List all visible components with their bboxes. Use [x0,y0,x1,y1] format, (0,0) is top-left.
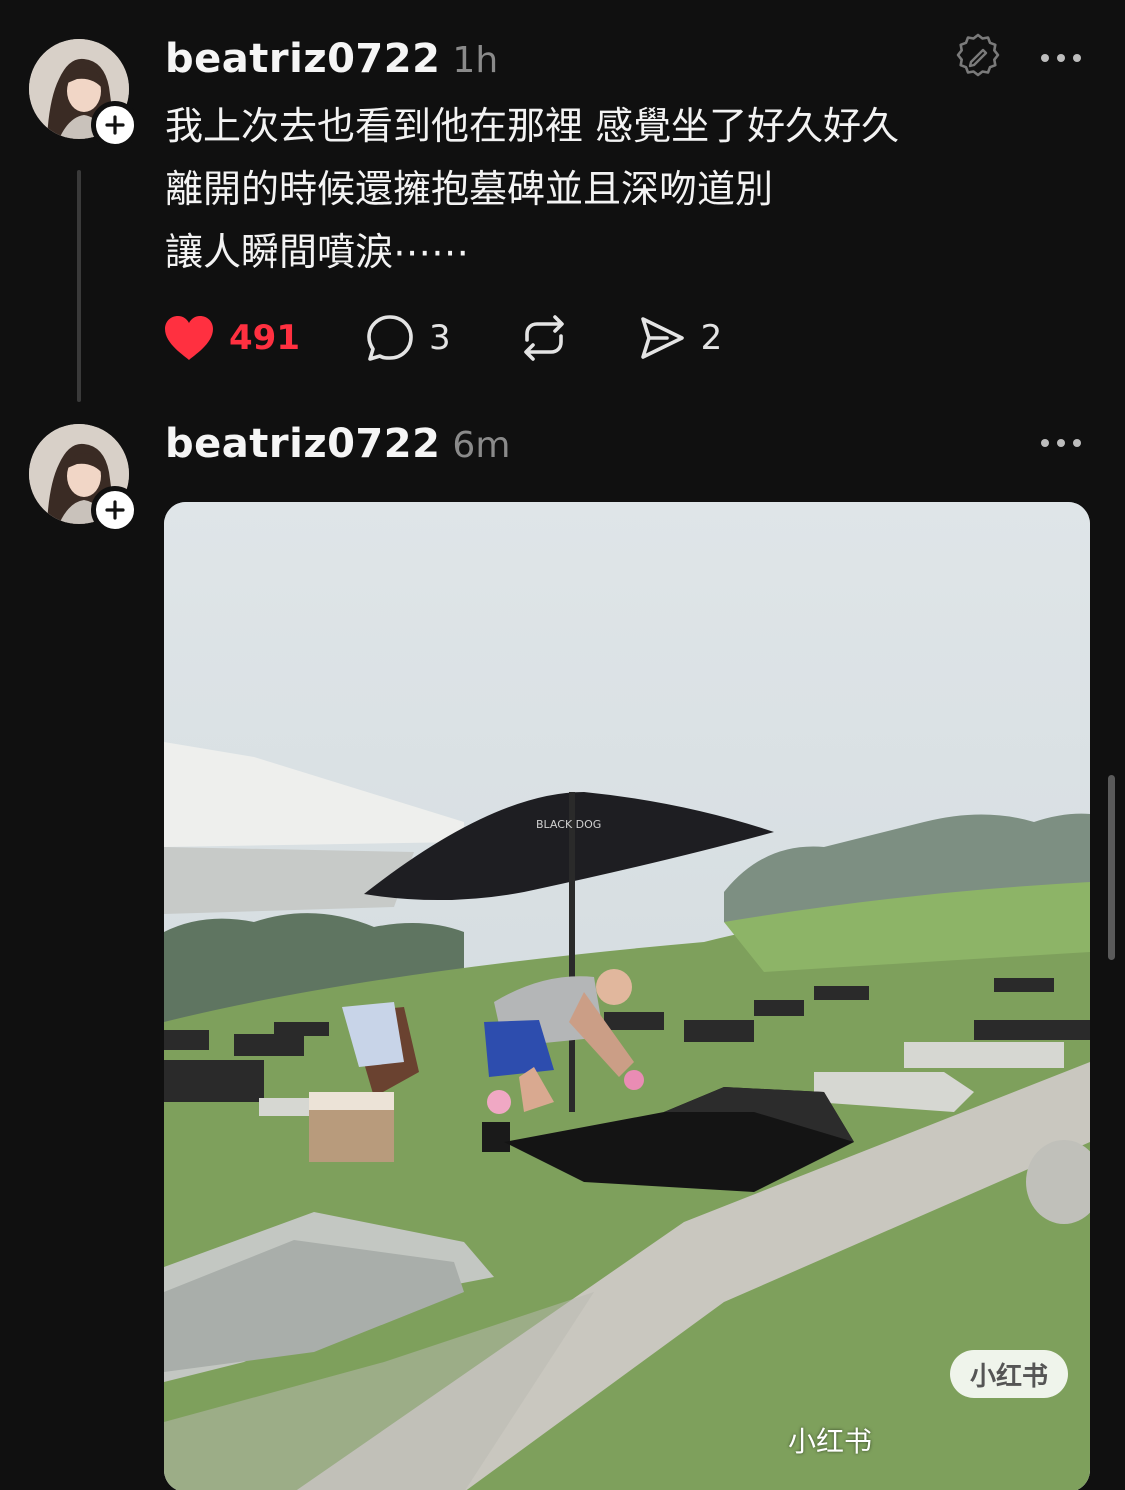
comment-button[interactable]: 3 [365,313,451,363]
more-options-button[interactable] [1041,435,1081,451]
post-text-line: 讓人瞬間噴淚⋯⋯ [165,230,470,274]
heart-icon [165,316,213,360]
like-count: 491 [229,318,300,358]
edit-badge-icon[interactable] [955,32,1001,78]
post-text-line: 離開的時候還擁抱墓碑並且深吻道別 [165,167,774,211]
follow-button[interactable] [91,486,139,534]
comment-bubble-icon [367,315,413,361]
plus-icon [105,500,125,520]
share-count: 2 [700,318,723,358]
action-bar: 491 3 2 [163,310,722,366]
repost-arrows-icon [523,315,564,361]
post-header: beatriz0722 6m [165,421,510,467]
send-icon [640,317,684,359]
more-dots-icon [1041,54,1049,62]
repost-button[interactable] [519,313,569,363]
more-dots-icon [1041,439,1049,447]
more-options-button[interactable] [1041,50,1081,66]
plus-icon [105,115,125,135]
follow-button[interactable] [91,101,139,149]
umbrella-label: BLACK DOG [536,818,601,831]
post-text-line: 我上次去也看到他在那裡 感覺坐了好久好久 [165,104,900,148]
post-header: beatriz0722 1h [165,36,498,82]
timestamp: 6m [452,425,511,466]
comment-count: 3 [428,318,451,358]
like-button[interactable]: 491 [163,314,300,362]
username[interactable]: beatriz0722 [165,36,440,82]
watermark-text: 小红书 [788,1425,873,1458]
cemetery-photo: BLACK DOG [164,502,1090,1490]
post-body: 我上次去也看到他在那裡 感覺坐了好久好久 離開的時候還擁抱墓碑並且深吻道別 讓人… [165,95,1045,284]
scrollbar[interactable] [1108,775,1115,960]
thread-connector-line [77,170,81,402]
timestamp: 1h [452,40,499,81]
username[interactable]: beatriz0722 [165,421,440,467]
watermark-badge: 小红书 [950,1350,1068,1398]
share-button[interactable]: 2 [637,313,723,363]
post-image[interactable]: BLACK DOG 小红书 小红书 [164,502,1090,1490]
